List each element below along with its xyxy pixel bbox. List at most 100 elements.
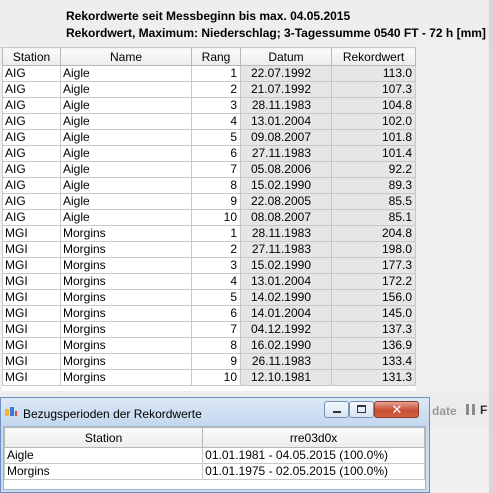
- cell-name: Aigle: [60, 113, 192, 130]
- cell-name: Morgins: [60, 337, 192, 354]
- table-row[interactable]: AIG Aigle 2 21.07.1992 107.3: [2, 81, 416, 98]
- table-row[interactable]: Morgins 01.01.1975 - 02.05.2015 (100.0%): [3, 463, 425, 480]
- cell-station: MGI: [2, 241, 61, 258]
- cell-station: MGI: [2, 225, 61, 242]
- cell-name: Aigle: [60, 129, 192, 146]
- cell-date: 22.07.1992: [240, 65, 332, 82]
- dialog-body: Station rre03d0x Aigle 01.01.1981 - 04.05…: [3, 426, 426, 490]
- cell-date: 15.02.1990: [240, 177, 332, 194]
- column-header-station[interactable]: Station: [2, 47, 61, 66]
- table-row[interactable]: MGI Morgins 2 27.11.1983 198.0: [2, 241, 416, 258]
- cell-value: 137.3: [331, 321, 416, 338]
- cell-date: 05.08.2006: [240, 161, 332, 178]
- cell-station: Morgins: [3, 463, 204, 480]
- close-icon[interactable]: ✕: [374, 401, 419, 418]
- column-header-rank[interactable]: Rang: [191, 47, 241, 66]
- records-table: Station Name Rang Datum Rekordwert AIG Ai…: [2, 47, 416, 386]
- table-row[interactable]: AIG Aigle 10 08.08.2007 85.1: [2, 209, 416, 226]
- window-edge: [489, 0, 493, 493]
- cell-station: MGI: [2, 289, 61, 306]
- cell-name: Morgins: [60, 257, 192, 274]
- minimize-icon[interactable]: [324, 401, 349, 418]
- cell-station: MGI: [2, 305, 61, 322]
- cell-value: 107.3: [331, 81, 416, 98]
- table-row[interactable]: AIG Aigle 8 15.02.1990 89.3: [2, 177, 416, 194]
- cell-name: Aigle: [60, 97, 192, 114]
- table-row[interactable]: MGI Morgins 7 04.12.1992 137.3: [2, 321, 416, 338]
- column-header-period[interactable]: rre03d0x: [202, 427, 425, 448]
- cell-value: 101.8: [331, 129, 416, 146]
- cell-value: 172.2: [331, 273, 416, 290]
- cell-rank: 3: [191, 257, 241, 274]
- dialog-titlebar[interactable]: Bezugsperioden der Rekordwerte ✕: [1, 398, 429, 426]
- toolbar-partial-button[interactable]: F: [480, 403, 487, 417]
- cell-station: MGI: [2, 337, 61, 354]
- reference-periods-dialog: Bezugsperioden der Rekordwerte ✕ Station…: [0, 397, 430, 493]
- table-row[interactable]: MGI Morgins 10 12.10.1981 131.3: [2, 369, 416, 386]
- cell-name: Aigle: [60, 161, 192, 178]
- cell-rank: 8: [191, 337, 241, 354]
- table-row[interactable]: MGI Morgins 9 26.11.1983 133.4: [2, 353, 416, 370]
- column-header-name[interactable]: Name: [60, 47, 192, 66]
- cell-station: MGI: [2, 321, 61, 338]
- cell-rank: 5: [191, 289, 241, 306]
- table-row[interactable]: AIG Aigle 7 05.08.2006 92.2: [2, 161, 416, 178]
- table-row[interactable]: MGI Morgins 1 28.11.1983 204.8: [2, 225, 416, 242]
- column-header-date[interactable]: Datum: [240, 47, 332, 66]
- cell-station: AIG: [2, 177, 61, 194]
- table-row[interactable]: AIG Aigle 5 09.08.2007 101.8: [2, 129, 416, 146]
- cell-value: 101.4: [331, 145, 416, 162]
- cell-value: 131.3: [331, 369, 416, 386]
- cell-rank: 9: [191, 193, 241, 210]
- cell-date: 13.01.2004: [240, 113, 332, 130]
- cell-value: 102.0: [331, 113, 416, 130]
- cell-rank: 4: [191, 113, 241, 130]
- table-row[interactable]: MGI Morgins 5 14.02.1990 156.0: [2, 289, 416, 306]
- cell-period: 01.01.1981 - 04.05.2015 (100.0%): [202, 447, 425, 464]
- table-row[interactable]: MGI Morgins 3 15.02.1990 177.3: [2, 257, 416, 274]
- cell-rank: 9: [191, 353, 241, 370]
- column-header-station[interactable]: Station: [3, 427, 204, 448]
- pause-icon[interactable]: [466, 404, 476, 415]
- records-grid: Station Name Rang Datum Rekordwert AIG Ai…: [2, 47, 416, 391]
- cell-name: Morgins: [60, 241, 192, 258]
- cell-rank: 6: [191, 305, 241, 322]
- update-button[interactable]: date: [432, 404, 457, 418]
- cell-name: Morgins: [60, 321, 192, 338]
- cell-date: 27.11.1983: [240, 241, 332, 258]
- cell-rank: 1: [191, 65, 241, 82]
- table-row[interactable]: Aigle 01.01.1981 - 04.05.2015 (100.0%): [3, 447, 425, 464]
- table-row[interactable]: MGI Morgins 6 14.01.2004 145.0: [2, 305, 416, 322]
- cell-station: MGI: [2, 273, 61, 290]
- table-row[interactable]: AIG Aigle 1 22.07.1992 113.0: [2, 65, 416, 82]
- cell-value: 89.3: [331, 177, 416, 194]
- cell-station: AIG: [2, 129, 61, 146]
- cell-rank: 6: [191, 145, 241, 162]
- cell-rank: 10: [191, 369, 241, 386]
- cell-name: Aigle: [60, 209, 192, 226]
- cell-name: Aigle: [60, 81, 192, 98]
- table-row[interactable]: MGI Morgins 4 13.01.2004 172.2: [2, 273, 416, 290]
- table-row[interactable]: AIG Aigle 6 27.11.1983 101.4: [2, 145, 416, 162]
- cell-value: 92.2: [331, 161, 416, 178]
- cell-value: 104.8: [331, 97, 416, 114]
- cell-value: 85.1: [331, 209, 416, 226]
- cell-date: 13.01.2004: [240, 273, 332, 290]
- cell-date: 16.02.1990: [240, 337, 332, 354]
- maximize-icon[interactable]: [349, 401, 374, 418]
- dialog-title: Bezugsperioden der Rekordwerte: [23, 407, 202, 421]
- cell-date: 04.12.1992: [240, 321, 332, 338]
- table-row[interactable]: AIG Aigle 3 28.11.1983 104.8: [2, 97, 416, 114]
- table-row[interactable]: AIG Aigle 4 13.01.2004 102.0: [2, 113, 416, 130]
- cell-rank: 10: [191, 209, 241, 226]
- cell-station: AIG: [2, 145, 61, 162]
- table-row[interactable]: AIG Aigle 9 22.08.2005 85.5: [2, 193, 416, 210]
- cell-value: 136.9: [331, 337, 416, 354]
- column-header-value[interactable]: Rekordwert: [331, 47, 416, 66]
- app-icon: [4, 406, 18, 418]
- cell-rank: 1: [191, 225, 241, 242]
- report-subtitle: Rekordwert, Maximum: Niederschlag; 3-Tag…: [66, 26, 486, 40]
- table-row[interactable]: MGI Morgins 8 16.02.1990 136.9: [2, 337, 416, 354]
- cell-date: 27.11.1983: [240, 145, 332, 162]
- cell-name: Morgins: [60, 369, 192, 386]
